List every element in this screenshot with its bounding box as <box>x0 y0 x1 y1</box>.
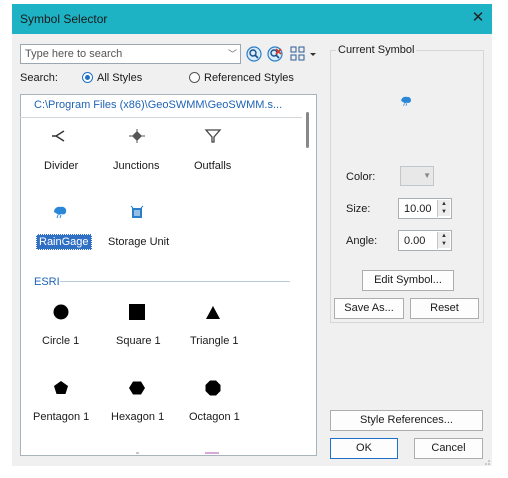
size-stepper[interactable]: 10.00 ▲ ▼ <box>398 198 452 219</box>
symbol-divider[interactable] <box>50 128 70 147</box>
symbol-label[interactable]: Outfalls <box>194 160 231 172</box>
all-styles-radio[interactable] <box>82 72 93 83</box>
symbol-label[interactable]: Junctions <box>113 160 159 172</box>
symbol-junctions[interactable] <box>127 128 147 147</box>
clipped-symbol <box>136 452 139 454</box>
triangle-icon <box>206 306 220 319</box>
symbol-label[interactable]: Circle 1 <box>42 335 79 347</box>
clear-search-button[interactable] <box>266 45 284 63</box>
raingage-icon <box>401 96 411 106</box>
save-as-button[interactable]: Save As... <box>334 298 404 319</box>
view-options-button[interactable] <box>290 45 320 63</box>
chevron-down-icon: ▼ <box>423 171 431 180</box>
size-label: Size: <box>346 203 371 215</box>
pentagon-icon <box>54 381 68 394</box>
angle-label: Angle: <box>346 235 378 247</box>
symbol-triangle[interactable] <box>203 302 223 325</box>
increment-icon[interactable]: ▲ <box>438 232 450 240</box>
increment-icon[interactable]: ▲ <box>438 200 450 208</box>
storage-unit-icon <box>130 205 144 218</box>
style-path-header: C:\Program Files (x86)\GeoSWMM\GeoSWMM.s… <box>34 99 283 111</box>
ok-button[interactable]: OK <box>330 438 398 459</box>
header-divider <box>20 117 302 118</box>
grid-view-icon <box>290 46 316 61</box>
reset-button[interactable]: Reset <box>410 298 479 319</box>
esri-group-heading: ESRI <box>34 276 60 288</box>
chevron-down-icon[interactable]: ﹀ <box>228 46 237 62</box>
close-button[interactable]: ✕ <box>468 8 488 28</box>
current-symbol-preview <box>398 94 414 111</box>
symbol-label[interactable]: Triangle 1 <box>190 335 239 347</box>
symbol-label[interactable]: Square 1 <box>116 335 161 347</box>
search-input[interactable] <box>21 45 225 63</box>
symbol-label-selected[interactable]: RainGage <box>36 234 92 250</box>
junction-icon <box>129 129 145 143</box>
clear-search-icon <box>267 46 283 62</box>
symbol-outfalls[interactable] <box>203 128 223 147</box>
outfall-icon <box>204 129 222 143</box>
close-icon: ✕ <box>471 9 485 26</box>
symbol-circle[interactable] <box>51 302 71 325</box>
hexagon-icon <box>129 381 145 395</box>
symbol-pentagon[interactable] <box>51 378 71 401</box>
divider-icon <box>52 130 65 142</box>
angle-value[interactable]: 0.00 <box>404 235 425 247</box>
esri-divider <box>60 281 290 282</box>
size-value[interactable]: 10.00 <box>404 203 432 215</box>
octagon-icon <box>205 380 221 396</box>
symbol-label[interactable]: Octagon 1 <box>189 411 240 423</box>
current-symbol-heading: Current Symbol <box>336 44 417 56</box>
window-title: Symbol Selector <box>20 12 108 26</box>
search-button[interactable] <box>245 45 263 63</box>
style-references-button[interactable]: Style References... <box>330 410 483 431</box>
symbol-label[interactable]: Hexagon 1 <box>111 411 164 423</box>
resize-grip-icon[interactable] <box>482 456 490 465</box>
symbol-label[interactable]: Storage Unit <box>108 236 169 248</box>
search-icon <box>246 46 262 62</box>
search-label: Search: <box>20 72 58 84</box>
edit-symbol-button[interactable]: Edit Symbol... <box>362 270 454 291</box>
color-picker[interactable]: ▼ <box>400 166 434 186</box>
raingage-icon <box>54 206 67 219</box>
symbol-square[interactable] <box>127 302 147 325</box>
scrollbar-thumb[interactable] <box>306 112 309 148</box>
square-icon <box>129 304 145 320</box>
angle-stepper[interactable]: 0.00 ▲ ▼ <box>398 230 452 251</box>
symbol-raingage[interactable] <box>50 204 70 223</box>
clipped-symbol <box>205 452 219 454</box>
decrement-icon[interactable]: ▼ <box>438 240 450 248</box>
symbol-octagon[interactable] <box>203 378 223 401</box>
symbol-list[interactable] <box>20 94 317 456</box>
color-label: Color: <box>346 171 376 183</box>
search-combobox[interactable]: ﹀ <box>20 44 241 64</box>
referenced-styles-radio[interactable] <box>189 72 200 83</box>
symbol-label[interactable]: Divider <box>44 160 78 172</box>
symbol-hexagon[interactable] <box>127 378 147 401</box>
symbol-label[interactable]: Pentagon 1 <box>33 411 89 423</box>
decrement-icon[interactable]: ▼ <box>438 208 450 216</box>
scrollbar[interactable] <box>302 96 315 454</box>
symbol-storage-unit[interactable] <box>127 204 147 223</box>
cancel-button[interactable]: Cancel <box>414 438 483 459</box>
all-styles-label[interactable]: All Styles <box>97 72 142 84</box>
circle-icon <box>53 304 69 320</box>
referenced-styles-label[interactable]: Referenced Styles <box>204 72 294 84</box>
